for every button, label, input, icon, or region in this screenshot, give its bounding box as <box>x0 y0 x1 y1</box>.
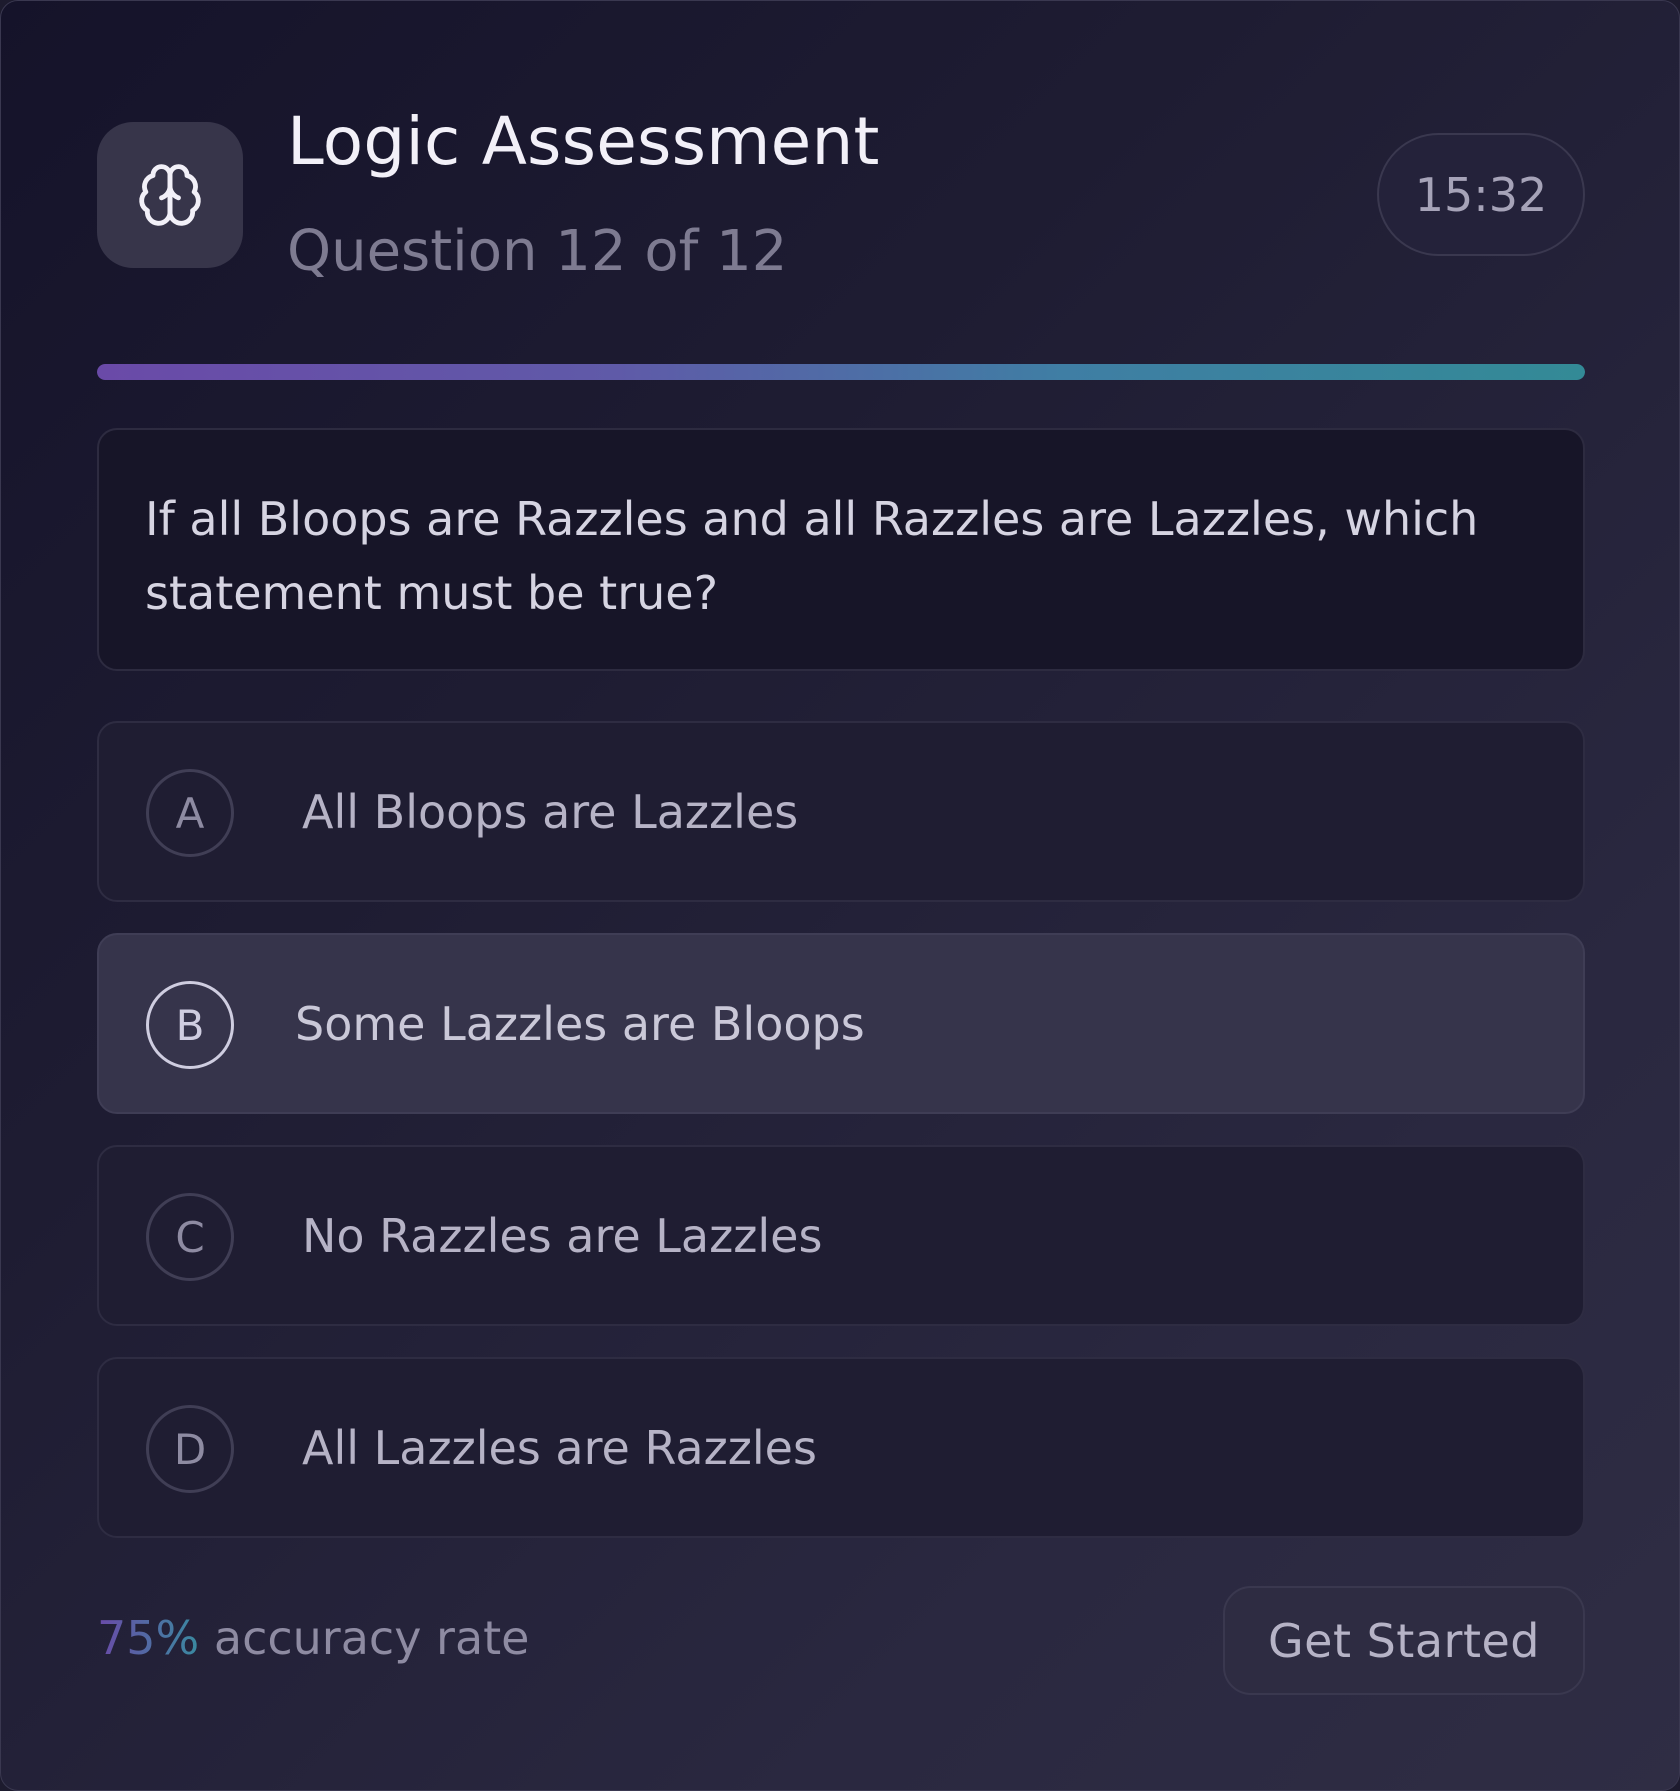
option-d[interactable]: D All Lazzles are Razzles <box>97 1357 1585 1538</box>
accuracy-label: accuracy rate <box>213 1611 530 1665</box>
option-letter-badge: D <box>146 1405 234 1493</box>
option-b[interactable]: B Some Lazzles are Bloops <box>97 933 1585 1114</box>
option-letter-badge: B <box>146 981 234 1069</box>
option-label: All Bloops are Lazzles <box>302 784 799 839</box>
question-counter: Question 12 of 12 <box>287 219 788 284</box>
page-title: Logic Assessment <box>287 103 880 180</box>
option-c[interactable]: C No Razzles are Lazzles <box>97 1145 1585 1326</box>
option-label: Some Lazzles are Bloops <box>295 996 865 1051</box>
accuracy-stat: 75% accuracy rate <box>97 1611 529 1665</box>
option-a[interactable]: A All Bloops are Lazzles <box>97 721 1585 902</box>
option-label: All Lazzles are Razzles <box>302 1420 817 1475</box>
assessment-card: Logic Assessment Question 12 of 12 15:32… <box>0 0 1680 1791</box>
get-started-button[interactable]: Get Started <box>1223 1586 1585 1695</box>
option-label: No Razzles are Lazzles <box>302 1208 823 1263</box>
accuracy-value: 75% <box>97 1611 200 1665</box>
progress-bar <box>97 364 1585 380</box>
question-text: If all Bloops are Razzles and all Razzle… <box>145 492 1479 620</box>
option-letter-badge: C <box>146 1193 234 1281</box>
progress-fill <box>97 364 1585 380</box>
logo-tile <box>97 122 243 268</box>
option-letter-badge: A <box>146 769 234 857</box>
timer-badge: 15:32 <box>1377 133 1585 256</box>
question-box: If all Bloops are Razzles and all Razzle… <box>97 428 1585 671</box>
brain-icon <box>139 164 201 226</box>
